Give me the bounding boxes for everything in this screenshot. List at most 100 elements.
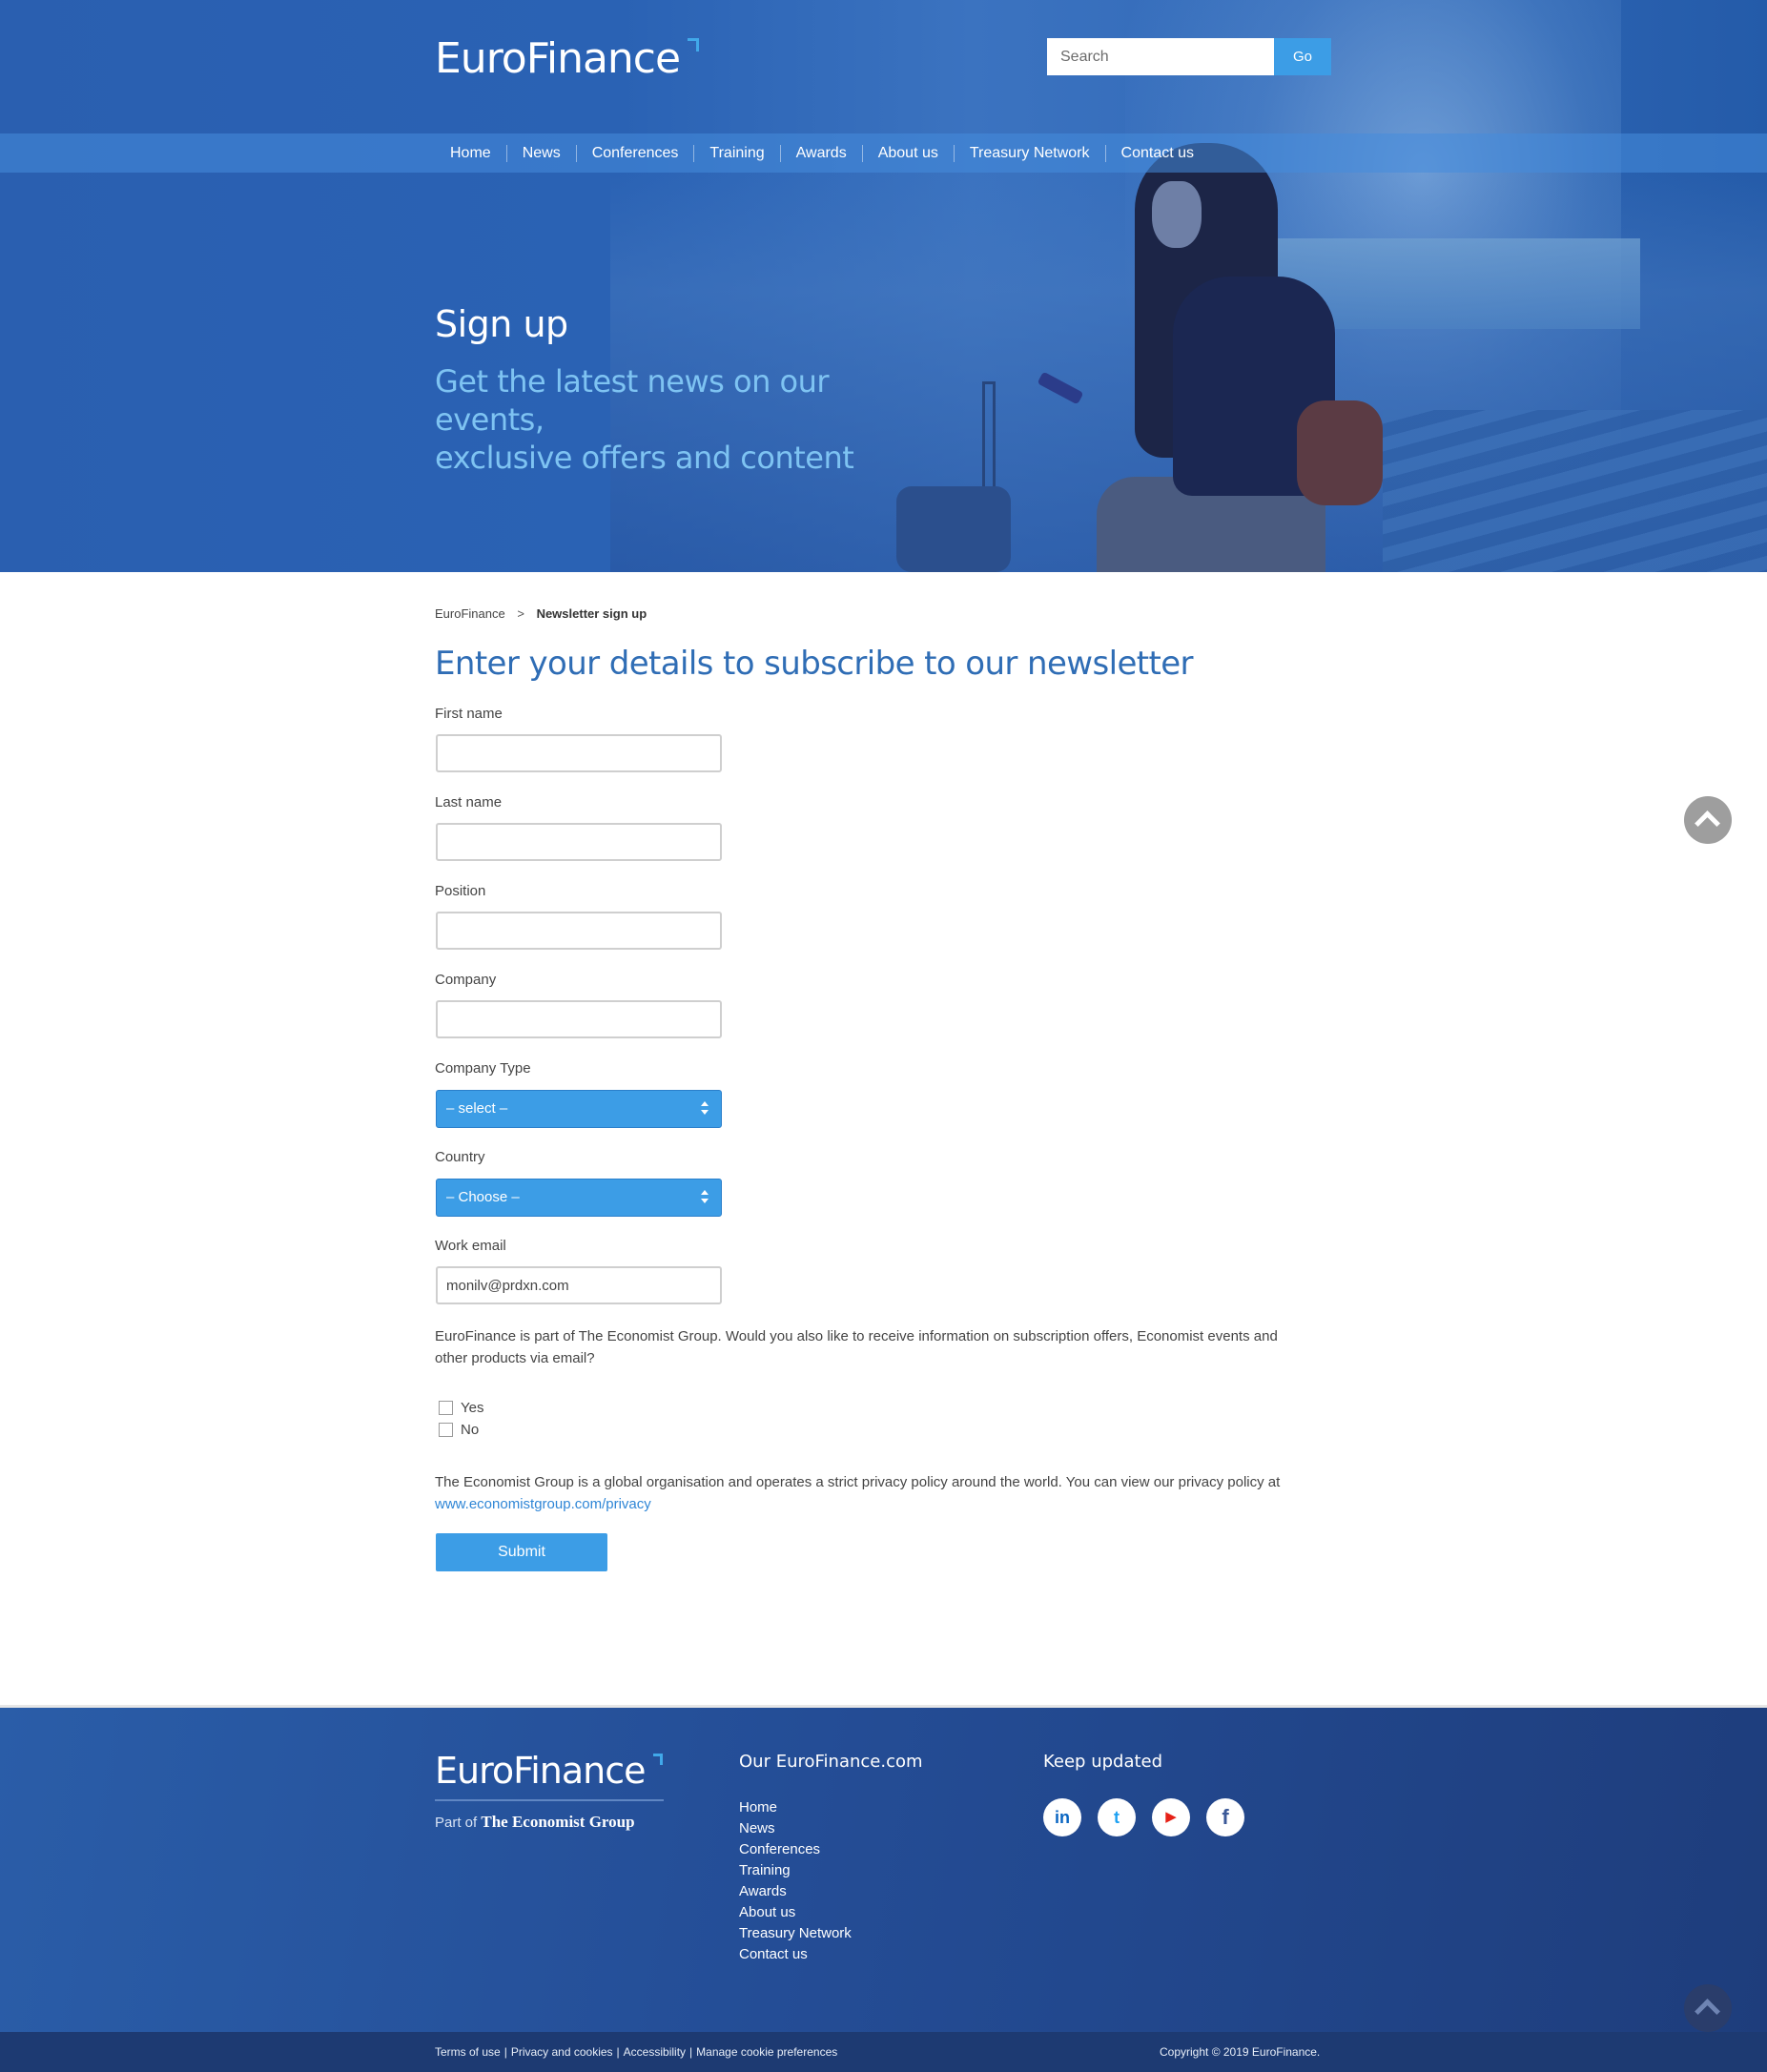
last-name-input[interactable] xyxy=(436,823,722,861)
nav-item-awards[interactable]: Awards xyxy=(781,144,863,162)
linkedin-glyph: in xyxy=(1055,1808,1070,1827)
footer-link-treasury-network[interactable]: Treasury Network xyxy=(739,1923,852,1944)
footer-links: Home News Conferences Training Awards Ab… xyxy=(739,1797,852,1965)
legal-separator: | xyxy=(689,2045,693,2059)
economist-group-tagline: Part of The Economist Group xyxy=(435,1813,635,1832)
nav-item-conferences[interactable]: Conferences xyxy=(577,144,695,162)
social-heading: Keep updated xyxy=(1043,1752,1163,1772)
site-logo[interactable]: EuroFinance xyxy=(435,34,700,83)
person-bag xyxy=(1297,400,1383,505)
work-email-label: Work email xyxy=(435,1238,506,1254)
hero-subtitle: Get the latest news on our events, exclu… xyxy=(435,362,931,477)
twitter-glyph: t xyxy=(1114,1808,1120,1827)
nav-item-training[interactable]: Training xyxy=(694,144,781,162)
breadcrumb-separator: > xyxy=(517,606,524,621)
nav-item-home[interactable]: Home xyxy=(435,144,507,162)
position-label: Position xyxy=(435,883,486,899)
country-selected-value: – Choose – xyxy=(446,1189,520,1205)
hero-title: Sign up xyxy=(435,303,568,345)
privacy-cookies-link[interactable]: Privacy and cookies xyxy=(511,2045,613,2059)
social-links: in t ▶ f xyxy=(1043,1798,1244,1836)
hero-subtitle-line-2: exclusive offers and content xyxy=(435,440,854,476)
site-footer: EuroFinance Part of The Economist Group … xyxy=(0,1705,1767,2032)
company-type-selected-value: – select – xyxy=(446,1100,508,1117)
cookie-preferences-link[interactable]: Manage cookie preferences xyxy=(696,2045,837,2059)
first-name-input[interactable] xyxy=(436,734,722,772)
youtube-glyph: ▶ xyxy=(1165,1809,1177,1825)
linkedin-icon[interactable]: in xyxy=(1043,1798,1081,1836)
select-arrows-icon xyxy=(700,1189,709,1206)
work-email-input[interactable] xyxy=(436,1266,722,1304)
footer-scroll-to-top-button[interactable] xyxy=(1684,1984,1732,2032)
privacy-notice: The Economist Group is a global organisa… xyxy=(435,1471,1312,1515)
copyright-text: Copyright © 2019 EuroFinance. xyxy=(1160,2045,1321,2059)
footer-link-contact-us[interactable]: Contact us xyxy=(739,1944,852,1965)
search-go-button[interactable]: Go xyxy=(1274,38,1331,75)
youtube-icon[interactable]: ▶ xyxy=(1152,1798,1190,1836)
page-title: Enter your details to subscribe to our n… xyxy=(435,645,1194,683)
footer-link-conferences[interactable]: Conferences xyxy=(739,1839,852,1860)
footer-link-news[interactable]: News xyxy=(739,1818,852,1839)
yes-label: Yes xyxy=(461,1400,484,1416)
twitter-icon[interactable]: t xyxy=(1098,1798,1136,1836)
footer-link-home[interactable]: Home xyxy=(739,1797,852,1818)
legal-links: Terms of use | Privacy and cookies | Acc… xyxy=(435,2045,837,2059)
footer-link-about-us[interactable]: About us xyxy=(739,1902,852,1923)
consent-question: EuroFinance is part of The Economist Gro… xyxy=(435,1328,1278,1366)
nav-item-about-us[interactable]: About us xyxy=(863,144,955,162)
part-of-text: Part of xyxy=(435,1815,478,1831)
company-type-select[interactable]: – select – xyxy=(436,1090,722,1128)
suitcase-handle xyxy=(982,381,996,491)
search-input[interactable] xyxy=(1047,38,1274,75)
yes-checkbox[interactable] xyxy=(439,1401,453,1415)
hero-person-image xyxy=(1030,143,1392,572)
legal-bar: Terms of use | Privacy and cookies | Acc… xyxy=(0,2032,1767,2072)
facebook-glyph: f xyxy=(1222,1805,1229,1829)
logo-text: EuroFinance xyxy=(435,34,681,83)
person-face xyxy=(1152,181,1202,248)
suitcase xyxy=(896,486,1011,572)
footer-logo-divider xyxy=(435,1799,664,1801)
company-label: Company xyxy=(435,972,497,988)
legal-separator: | xyxy=(503,2045,507,2059)
facebook-icon[interactable]: f xyxy=(1206,1798,1244,1836)
breadcrumb-home-link[interactable]: EuroFinance xyxy=(435,606,505,621)
nav-item-news[interactable]: News xyxy=(507,144,577,162)
legal-separator: | xyxy=(616,2045,620,2059)
accessibility-link[interactable]: Accessibility xyxy=(624,2045,686,2059)
consent-option-no[interactable]: No xyxy=(439,1422,479,1438)
breadcrumb-current: Newsletter sign up xyxy=(536,606,647,621)
terms-of-use-link[interactable]: Terms of use xyxy=(435,2045,501,2059)
company-type-label: Company Type xyxy=(435,1060,531,1077)
no-label: No xyxy=(461,1422,480,1438)
privacy-text: The Economist Group is a global organisa… xyxy=(435,1474,1281,1490)
footer-links-heading: Our EuroFinance.com xyxy=(739,1752,923,1772)
nav-item-treasury-network[interactable]: Treasury Network xyxy=(955,144,1106,162)
footer-logo-text: EuroFinance xyxy=(435,1750,647,1792)
footer-link-awards[interactable]: Awards xyxy=(739,1881,852,1902)
hero-floor xyxy=(1383,410,1767,572)
footer-logo[interactable]: EuroFinance xyxy=(435,1750,663,1792)
hero-banner: EuroFinance Go Home News Conferences Tra… xyxy=(0,0,1767,572)
select-arrows-icon xyxy=(700,1100,709,1118)
scroll-to-top-button[interactable] xyxy=(1684,796,1732,844)
footer-link-training[interactable]: Training xyxy=(739,1860,852,1881)
last-name-label: Last name xyxy=(435,794,503,810)
privacy-policy-link[interactable]: www.economistgroup.com/privacy xyxy=(435,1496,651,1512)
submit-button[interactable]: Submit xyxy=(436,1533,607,1571)
country-label: Country xyxy=(435,1149,485,1165)
economist-group-name: The Economist Group xyxy=(481,1813,635,1831)
no-checkbox[interactable] xyxy=(439,1423,453,1437)
main-nav: Home News Conferences Training Awards Ab… xyxy=(0,133,1767,173)
hero-subtitle-line-1: Get the latest news on our events, xyxy=(435,363,830,438)
position-input[interactable] xyxy=(436,912,722,950)
nav-item-contact-us[interactable]: Contact us xyxy=(1106,145,1209,162)
logo-corner-mark xyxy=(688,38,700,51)
first-name-label: First name xyxy=(435,706,503,722)
country-select[interactable]: – Choose – xyxy=(436,1179,722,1217)
breadcrumb: EuroFinance > Newsletter sign up xyxy=(435,606,647,621)
logo-corner-mark xyxy=(652,1754,663,1765)
company-input[interactable] xyxy=(436,1000,722,1038)
consent-option-yes[interactable]: Yes xyxy=(439,1400,483,1416)
phone xyxy=(1037,371,1084,405)
